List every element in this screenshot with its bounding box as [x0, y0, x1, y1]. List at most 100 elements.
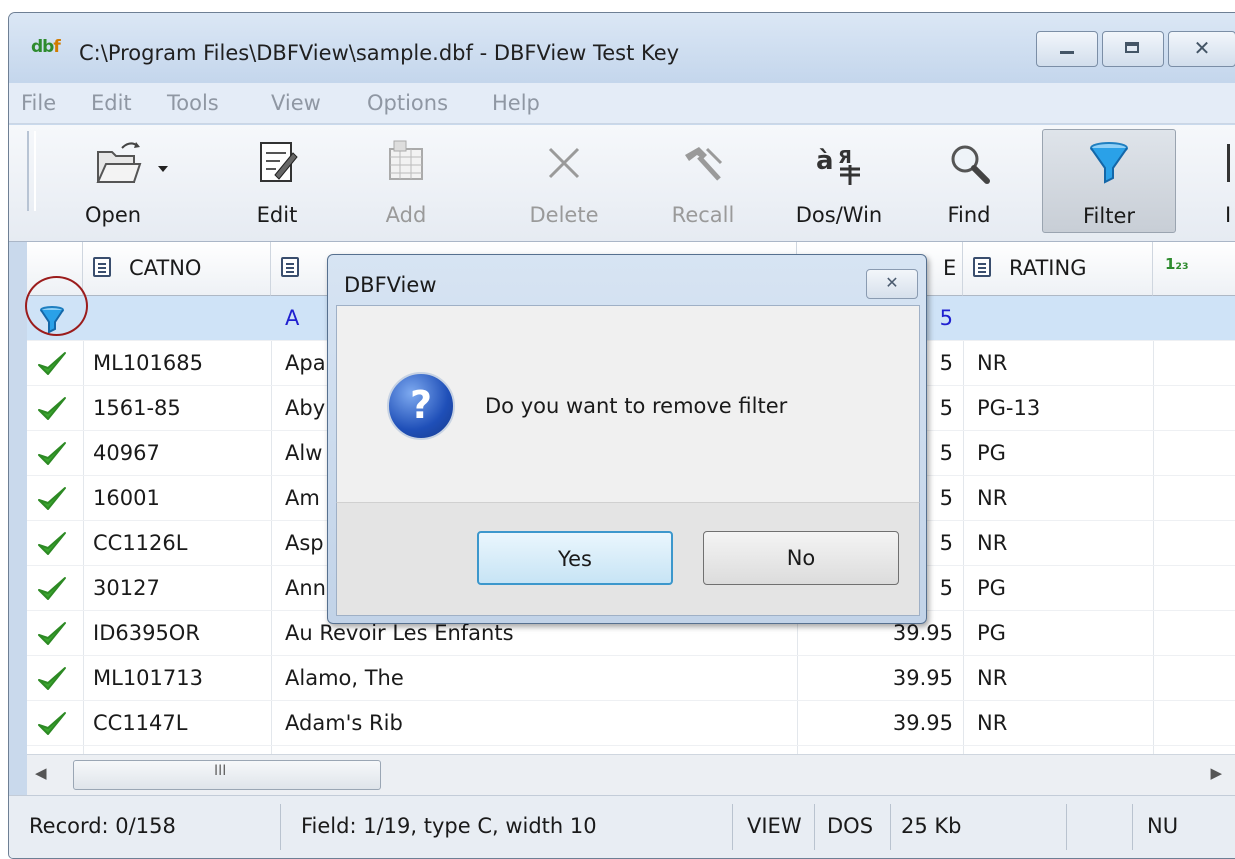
menu-view[interactable]: View [271, 91, 321, 115]
recall-icon [653, 135, 753, 191]
cell-title: Asp [285, 531, 324, 555]
toolbar-next-button[interactable]: I [1217, 129, 1235, 231]
cell-price: 39.95 [892, 711, 953, 735]
menu-options[interactable]: Options [367, 91, 448, 115]
toolbar-next-label: I [1225, 203, 1232, 227]
menu-bar: File Edit Tools View Options Help [9, 83, 1235, 124]
open-button[interactable]: Open [65, 129, 199, 231]
scrollbar-thumb[interactable]: III [73, 760, 381, 790]
dialog-message: Do you want to remove filter [485, 394, 788, 418]
table-row[interactable]: CC1147L Adam's Rib 39.95 NR [27, 701, 1235, 746]
dialog-footer: Yes No [336, 502, 920, 616]
cell-title: Au Revoir Les Enfants [285, 621, 514, 645]
column-header-rating[interactable]: RATING [963, 242, 1153, 296]
add-label: Add [385, 203, 427, 227]
filter-title: A [285, 306, 300, 330]
cell-rating: NR [977, 486, 1008, 510]
dos-win-button[interactable]: àЯ Dos/Win [774, 129, 904, 231]
cell-catno: 16001 [93, 486, 160, 510]
filter-label: Filter [1082, 204, 1135, 228]
cell-rating: NR [977, 351, 1008, 375]
check-icon [38, 397, 66, 420]
status-size: 25 Kb [891, 804, 1067, 850]
dos-win-label: Dos/Win [795, 203, 883, 227]
question-icon: ? [387, 372, 455, 440]
thumb-grip: III [214, 763, 227, 779]
dos-win-icon: àЯ [774, 135, 904, 191]
filter-button[interactable]: Filter [1042, 129, 1176, 233]
check-icon [38, 667, 66, 690]
toolbar-next-icon [1217, 135, 1235, 191]
check-icon [38, 487, 66, 510]
column-header-numeric[interactable]: 1₂₃ [1153, 242, 1235, 296]
text-field-icon [281, 257, 299, 277]
maximize-button[interactable] [1102, 31, 1164, 67]
cell-price: 39.95 [892, 666, 953, 690]
status-record: Record: 0/158 [9, 804, 281, 850]
scroll-right-arrow-icon[interactable]: ▶ [1210, 764, 1222, 782]
cell-title: Adam's Rib [285, 711, 403, 735]
edit-label: Edit [256, 203, 298, 227]
status-bar: Record: 0/158 Field: 1/19, type C, width… [9, 795, 1235, 858]
close-icon: ✕ [1193, 36, 1211, 60]
no-button[interactable]: No [703, 531, 899, 585]
scroll-left-arrow-icon[interactable]: ◀ [35, 764, 47, 782]
window-title: C:\Program Files\DBFView\sample.dbf - DB… [79, 41, 680, 65]
delete-button[interactable]: Delete [514, 129, 614, 231]
cell-catno: CC1147L [93, 711, 188, 735]
menu-tools[interactable]: Tools [167, 91, 219, 115]
status-extra [1067, 804, 1133, 850]
svg-text:à: à [816, 146, 834, 176]
cell-title: Apa [285, 351, 326, 375]
numeric-field-icon: 1₂₃ [1165, 255, 1189, 273]
horizontal-scrollbar[interactable]: ◀ III ▶ [27, 754, 1235, 795]
dialog-close-button[interactable]: ✕ [866, 269, 918, 299]
edit-button[interactable]: Edit [237, 129, 317, 231]
cell-rating: PG-13 [977, 396, 1041, 420]
check-icon [38, 442, 66, 465]
add-record-icon [364, 135, 448, 191]
toolbar-grip[interactable] [27, 131, 36, 211]
check-icon [38, 712, 66, 735]
check-icon [38, 577, 66, 600]
menu-file[interactable]: File [21, 91, 56, 115]
status-mode: VIEW [733, 804, 815, 850]
delete-icon [514, 135, 614, 191]
cell-title: Aby [285, 396, 326, 420]
close-button[interactable]: ✕ [1168, 31, 1235, 67]
toolbar: Open Edit Add Delete Recall à Я Dos/Win … [9, 125, 1235, 242]
confirm-dialog: DBFView ✕ ? Do you want to remove filter… [327, 254, 927, 624]
cell-title: Am [285, 486, 320, 510]
cell-title: Alamo, The [285, 666, 404, 690]
open-label: Open [85, 203, 142, 227]
menu-edit[interactable]: Edit [91, 91, 132, 115]
recall-button[interactable]: Recall [653, 129, 753, 231]
cell-catno: CC1126L [93, 531, 188, 555]
cell-catno: ID6395OR [93, 621, 200, 645]
recall-label: Recall [671, 203, 735, 227]
cell-catno: ML101713 [93, 666, 203, 690]
find-button[interactable]: Find [929, 129, 1009, 231]
svg-text:Я: Я [838, 147, 852, 168]
delete-label: Delete [529, 203, 599, 227]
title-bar[interactable]: dbf C:\Program Files\DBFView\sample.dbf … [9, 13, 1235, 83]
minimize-button[interactable] [1036, 31, 1098, 67]
dialog-body: ? Do you want to remove filter [336, 305, 920, 502]
open-folder-icon [65, 135, 199, 191]
cell-catno: 30127 [93, 576, 160, 600]
cell-rating: PG [977, 441, 1006, 465]
cell-catno: ML101685 [93, 351, 203, 375]
cell-title: Alw [285, 441, 323, 465]
cell-rating: NR [977, 666, 1008, 690]
cell-title: Ann [285, 576, 326, 600]
annotation-circle [25, 276, 88, 336]
menu-help[interactable]: Help [492, 91, 540, 115]
column-header-catno[interactable]: CATNO [83, 242, 271, 296]
yes-button[interactable]: Yes [477, 531, 673, 585]
text-field-icon [93, 257, 111, 277]
cell-price: 39.95 [892, 621, 953, 645]
find-label: Find [947, 203, 991, 227]
add-button[interactable]: Add [364, 129, 448, 231]
table-row[interactable]: ML101713 Alamo, The 39.95 NR [27, 656, 1235, 701]
cell-rating: PG [977, 621, 1006, 645]
